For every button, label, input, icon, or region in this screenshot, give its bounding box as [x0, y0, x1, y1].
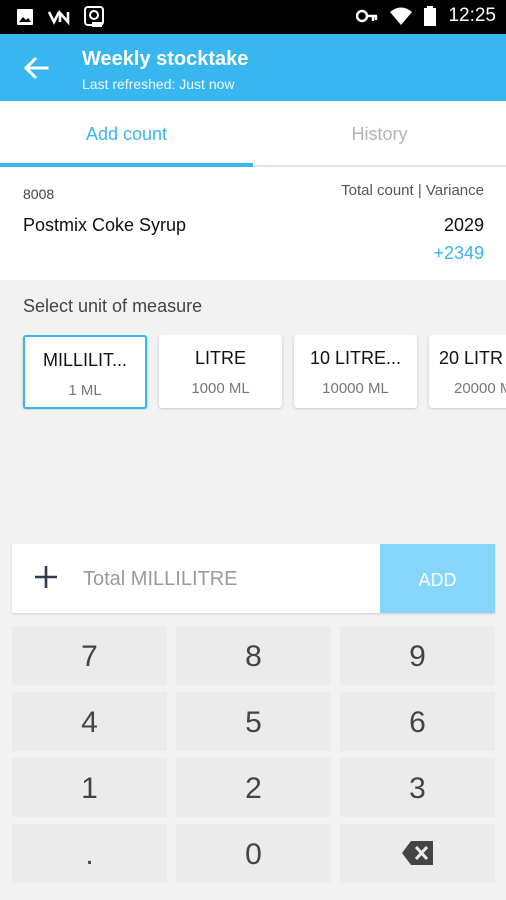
tab-history[interactable]: History	[253, 101, 506, 165]
uom-option-size: 1 ML	[68, 382, 102, 399]
tab-bar: Add count History	[0, 101, 506, 167]
last-refreshed-text: Last refreshed: Just now	[82, 76, 235, 92]
uom-option-name: LITRE	[194, 348, 246, 368]
uom-option-size: 20000 M	[454, 380, 506, 397]
battery-icon	[424, 6, 437, 26]
key-0[interactable]: 0	[176, 824, 331, 883]
key-3[interactable]: 3	[340, 758, 495, 817]
app-bar: Weekly stocktake Last refreshed: Just no…	[0, 34, 506, 101]
tab-add-count[interactable]: Add count	[0, 101, 253, 165]
uom-option-name: MILLILIT...	[42, 350, 128, 370]
wifi-icon	[390, 7, 413, 25]
uom-option-size: 1000 ML	[191, 380, 250, 397]
total-count-input[interactable]	[81, 560, 375, 598]
key-5[interactable]: 5	[176, 692, 331, 751]
key-2[interactable]: 2	[176, 758, 331, 817]
item-name: Postmix Coke Syrup	[23, 215, 187, 235]
key-decimal[interactable]: .	[12, 824, 167, 883]
plus-icon[interactable]	[33, 564, 59, 590]
key-icon	[356, 9, 378, 23]
uom-option-name: 20 LITR	[439, 348, 504, 368]
uom-section-label: Select unit of measure	[23, 296, 203, 316]
app-notification-icon	[84, 6, 104, 27]
key-8[interactable]: 8	[176, 626, 331, 685]
status-bar: 12:25	[0, 0, 506, 34]
uom-option-litre[interactable]: LITRE 1000 ML	[159, 335, 282, 408]
uom-selector[interactable]: MILLILIT... 1 ML LITRE 1000 ML 10 LITRE.…	[0, 335, 506, 410]
key-4[interactable]: 4	[12, 692, 167, 751]
vn-logo-icon	[48, 9, 70, 25]
uom-option-size: 10000 ML	[322, 380, 389, 397]
key-6[interactable]: 6	[340, 692, 495, 751]
total-count-value: 2029	[443, 215, 484, 235]
add-button[interactable]: ADD	[380, 544, 495, 613]
key-1[interactable]: 1	[12, 758, 167, 817]
image-icon	[17, 9, 33, 25]
key-backspace[interactable]	[340, 824, 495, 883]
backspace-icon	[401, 841, 433, 865]
key-9[interactable]: 9	[340, 626, 495, 685]
clock: 12:25	[448, 5, 496, 26]
key-7[interactable]: 7	[12, 626, 167, 685]
uom-option-millilitre[interactable]: MILLILIT... 1 ML	[23, 335, 147, 409]
uom-option-name: 10 LITRE...	[309, 348, 402, 368]
back-arrow-icon[interactable]	[22, 54, 50, 82]
item-summary: 8008 Postmix Coke Syrup Total count | Va…	[0, 167, 506, 280]
count-variance-label: Total count | Variance	[341, 182, 484, 199]
item-code: 8008	[23, 186, 55, 202]
uom-option-20-litre[interactable]: 20 LITR 20000 M	[429, 335, 506, 408]
page-title: Weekly stocktake	[82, 48, 249, 70]
uom-option-10-litre[interactable]: 10 LITRE... 10000 ML	[294, 335, 417, 408]
variance-value: +2349	[433, 243, 484, 263]
count-entry-bar: ADD	[12, 544, 495, 613]
